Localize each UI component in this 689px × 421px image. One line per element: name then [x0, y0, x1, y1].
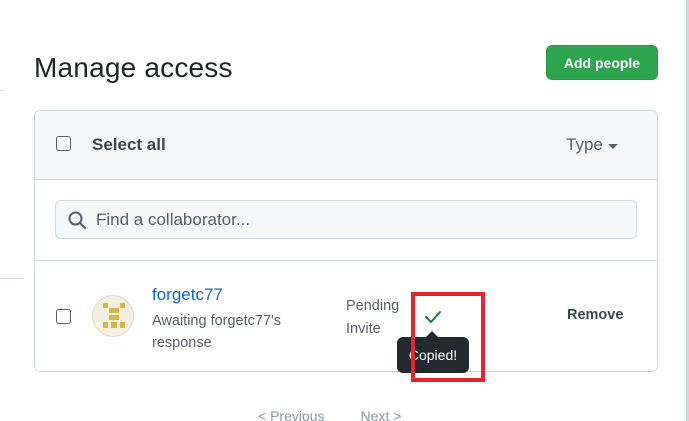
pending-invite-label: Pending Invite: [346, 298, 400, 337]
manage-access-page: Manage access Add people Select all Type: [0, 0, 689, 421]
sidebar-divider: [0, 278, 24, 279]
type-filter-label: Type: [566, 135, 603, 154]
collaborators-box: Select all Type Find a collaborator... f…: [34, 110, 658, 372]
copied-tooltip: Copied!: [397, 331, 469, 373]
check-icon[interactable]: [423, 309, 443, 325]
add-people-button[interactable]: Add people: [546, 45, 658, 80]
identicon-image: [103, 303, 125, 328]
avatar[interactable]: [92, 295, 134, 337]
next-page-link[interactable]: Next >: [361, 408, 402, 421]
search-input[interactable]: [96, 201, 626, 238]
pagination: < Previous Next >: [258, 408, 438, 421]
caret-down-icon: [607, 143, 618, 149]
search-field[interactable]: [55, 200, 637, 239]
previous-page-link[interactable]: < Previous: [258, 408, 325, 421]
remove-collaborator-button[interactable]: Remove: [567, 307, 623, 323]
search-icon: [68, 211, 86, 229]
collaborator-status: Awaiting forgetc77's response: [152, 313, 282, 351]
type-filter-dropdown[interactable]: Type: [566, 135, 618, 155]
select-all-label: Select all: [92, 135, 166, 154]
page-title: Manage access: [34, 52, 233, 83]
search-row: [35, 180, 657, 261]
collaborator-checkbox[interactable]: [56, 309, 71, 324]
select-all-checkbox[interactable]: [56, 136, 71, 151]
sidebar-divider: [0, 90, 4, 91]
list-header: Select all Type: [35, 111, 657, 180]
collaborator-row: forgetc77 Awaiting forgetc77's response …: [35, 261, 657, 371]
collaborator-username-link[interactable]: forgetc77: [152, 285, 223, 305]
